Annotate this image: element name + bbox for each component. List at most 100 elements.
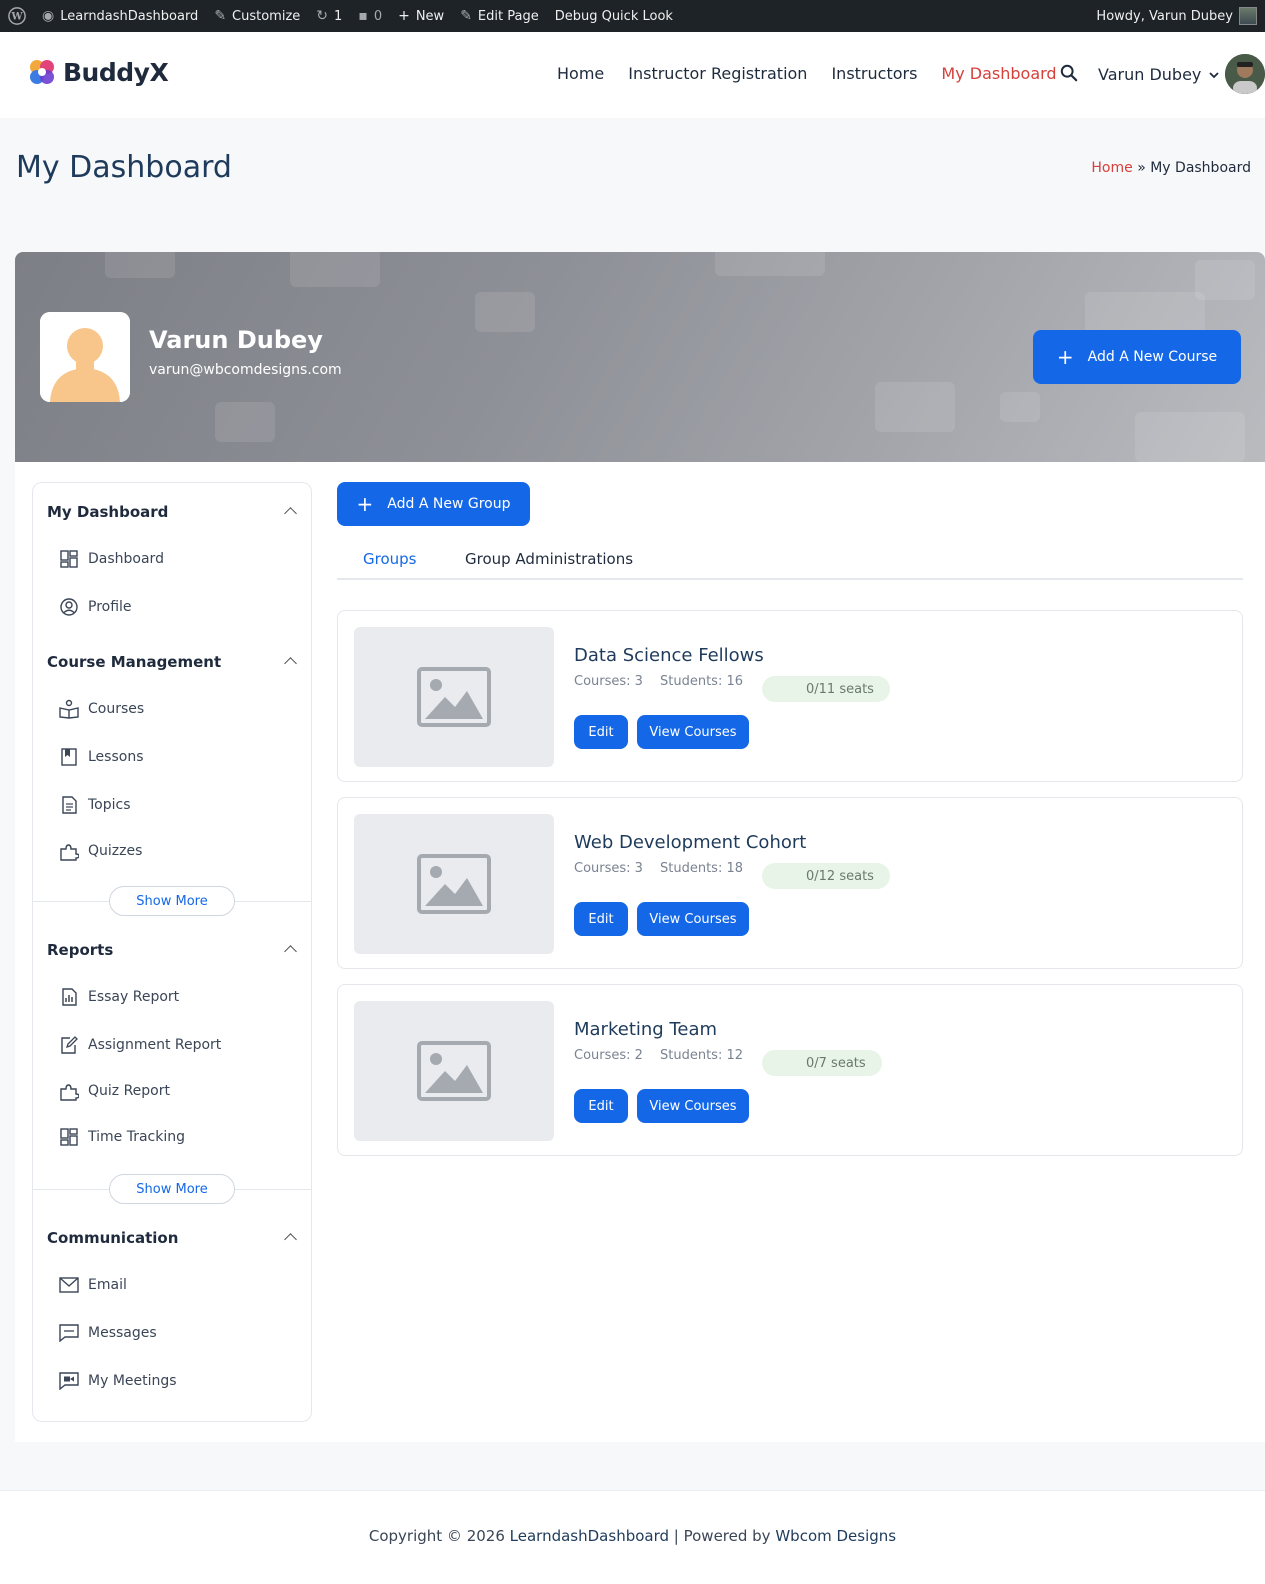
copyright-text: Copyright © 2026 LearndashDashboard | Po… xyxy=(368,1527,897,1545)
refresh-icon: ↻ xyxy=(316,8,329,24)
sidebar-item-courses[interactable]: Courses xyxy=(59,699,144,719)
sidebar-section-my-dashboard[interactable]: My Dashboard xyxy=(47,503,168,521)
nav-home[interactable]: Home xyxy=(557,64,604,83)
mail-icon xyxy=(59,1275,79,1295)
page-title: My Dashboard xyxy=(16,150,232,185)
message-icon xyxy=(59,1323,79,1343)
profile-avatar[interactable] xyxy=(40,312,130,402)
view-courses-button[interactable]: View Courses xyxy=(637,715,749,749)
dashboard-grid-icon xyxy=(59,1127,79,1147)
show-more-reports-button[interactable]: Show More xyxy=(109,1174,235,1204)
dashboard-grid-icon xyxy=(59,549,79,569)
site-logo[interactable]: BuddyX xyxy=(26,56,169,88)
view-courses-button[interactable]: View Courses xyxy=(637,1089,749,1123)
user-menu[interactable]: Varun Dubey xyxy=(1098,65,1220,84)
group-title[interactable]: Data Science Fellows xyxy=(574,645,764,666)
site-header: BuddyX Home Instructor Registration Inst… xyxy=(0,32,1265,118)
group-thumbnail xyxy=(354,814,554,954)
group-card: Web Development Cohort Courses: 3 Studen… xyxy=(337,797,1243,969)
sidebar-item-quiz-report[interactable]: Quiz Report xyxy=(59,1081,170,1101)
footer-site-link[interactable]: LearndashDashboard xyxy=(510,1527,669,1545)
group-courses-count: Courses: 3 xyxy=(574,861,643,876)
sidebar-item-essay-report[interactable]: Essay Report xyxy=(59,987,179,1007)
plus-icon: + xyxy=(356,492,374,516)
edit-document-icon xyxy=(59,1035,79,1055)
brush-icon: ✎ xyxy=(214,8,227,24)
group-students-count: Students: 18 xyxy=(660,861,744,876)
add-new-course-button[interactable]: + Add A New Course xyxy=(1033,330,1241,384)
chevron-down-icon xyxy=(1209,71,1220,78)
admin-edit-page-link[interactable]: ✎ Edit Page xyxy=(452,0,547,32)
admin-new-link[interactable]: + New xyxy=(390,0,452,32)
breadcrumb-home-link[interactable]: Home xyxy=(1091,160,1132,176)
buddyx-logo-icon xyxy=(30,60,54,84)
bookmark-book-icon xyxy=(59,747,79,767)
document-icon xyxy=(59,795,79,815)
sidebar-item-dashboard[interactable]: Dashboard xyxy=(59,549,164,569)
breadcrumb: Home » My Dashboard xyxy=(1091,160,1251,176)
group-thumbnail xyxy=(354,627,554,767)
edit-group-button[interactable]: Edit xyxy=(574,715,628,749)
footer-company-link[interactable]: Wbcom Designs xyxy=(775,1527,896,1545)
pencil-icon: ✎ xyxy=(460,8,472,24)
breadcrumb-current: My Dashboard xyxy=(1150,160,1251,176)
user-avatar[interactable] xyxy=(1225,54,1265,94)
group-title[interactable]: Web Development Cohort xyxy=(574,832,806,853)
admin-howdy-menu[interactable]: Howdy, Varun Dubey xyxy=(1088,0,1265,32)
add-new-group-button[interactable]: + Add A New Group xyxy=(337,482,530,526)
sidebar-item-email[interactable]: Email xyxy=(59,1275,127,1295)
sidebar-item-messages[interactable]: Messages xyxy=(59,1323,157,1343)
chevron-up-icon[interactable] xyxy=(284,507,297,520)
chevron-up-icon[interactable] xyxy=(284,657,297,670)
dashboard-sidebar: My Dashboard Dashboard Profile Course Ma… xyxy=(32,482,312,1422)
sidebar-item-my-meetings[interactable]: My Meetings xyxy=(59,1371,177,1391)
wordpress-icon: W xyxy=(8,7,26,25)
show-more-courses-button[interactable]: Show More xyxy=(109,886,235,916)
sidebar-section-course-management[interactable]: Course Management xyxy=(47,653,221,671)
admin-debug-link[interactable]: Debug Quick Look xyxy=(547,0,681,32)
sidebar-item-lessons[interactable]: Lessons xyxy=(59,747,144,767)
group-title[interactable]: Marketing Team xyxy=(574,1019,717,1040)
sidebar-item-assignment-report[interactable]: Assignment Report xyxy=(59,1035,221,1055)
plus-icon: + xyxy=(1056,345,1074,369)
main-nav: Home Instructor Registration Instructors… xyxy=(557,64,1081,83)
edit-group-button[interactable]: Edit xyxy=(574,1089,628,1123)
view-courses-button[interactable]: View Courses xyxy=(637,902,749,936)
group-courses-count: Courses: 2 xyxy=(574,1048,643,1063)
tab-group-administrations[interactable]: Group Administrations xyxy=(465,550,633,568)
dashboard-gauge-icon: ◉ xyxy=(42,8,55,24)
nav-instructors[interactable]: Instructors xyxy=(831,64,917,83)
admin-updates-link[interactable]: ↻ 1 xyxy=(308,0,350,32)
group-students-count: Students: 12 xyxy=(660,1048,744,1063)
default-avatar-icon xyxy=(40,312,130,402)
group-seats-badge: 0/7 seats xyxy=(762,1050,882,1076)
user-circle-icon xyxy=(59,597,79,617)
sidebar-section-communication[interactable]: Communication xyxy=(47,1229,178,1247)
wordpress-logo-button[interactable]: W xyxy=(0,0,34,32)
sidebar-item-topics[interactable]: Topics xyxy=(59,795,131,815)
group-seats-badge: 0/11 seats xyxy=(762,676,890,702)
search-icon[interactable] xyxy=(1060,64,1078,82)
tab-groups[interactable]: Groups xyxy=(363,550,416,568)
admin-comments-link[interactable]: ▪ 0 xyxy=(350,0,390,32)
group-tabs: Groups Group Administrations xyxy=(337,548,1243,580)
plus-icon: + xyxy=(398,8,410,24)
admin-site-link[interactable]: ◉ LearndashDashboard xyxy=(34,0,206,32)
admin-avatar xyxy=(1239,7,1257,25)
nav-my-dashboard[interactable]: My Dashboard xyxy=(941,64,1056,83)
chevron-up-icon[interactable] xyxy=(284,945,297,958)
puzzle-icon xyxy=(59,841,79,861)
report-chart-icon xyxy=(59,987,79,1007)
sidebar-item-profile[interactable]: Profile xyxy=(59,597,132,617)
group-thumbnail xyxy=(354,1001,554,1141)
sidebar-item-quizzes[interactable]: Quizzes xyxy=(59,841,142,861)
svg-text:W: W xyxy=(10,12,23,23)
sidebar-item-time-tracking[interactable]: Time Tracking xyxy=(59,1127,185,1147)
group-card: Marketing Team Courses: 2 Students: 12 0… xyxy=(337,984,1243,1156)
admin-customize-link[interactable]: ✎ Customize xyxy=(206,0,308,32)
edit-group-button[interactable]: Edit xyxy=(574,902,628,936)
chevron-up-icon[interactable] xyxy=(284,1233,297,1246)
sidebar-section-reports[interactable]: Reports xyxy=(47,941,113,959)
comment-icon: ▪ xyxy=(358,8,368,24)
nav-instructor-registration[interactable]: Instructor Registration xyxy=(628,64,807,83)
